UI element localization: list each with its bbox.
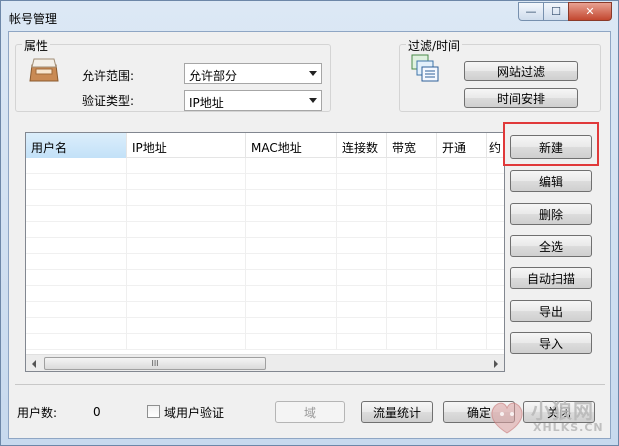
- close-window-button[interactable]: ✕: [568, 2, 612, 21]
- tray-icon: [29, 58, 59, 82]
- edit-button[interactable]: 编辑: [510, 170, 592, 192]
- schedule-button[interactable]: 时间安排: [464, 88, 578, 108]
- table-row: [26, 270, 504, 286]
- window-title: 帐号管理: [9, 12, 58, 26]
- window-controls: — ☐ ✕: [518, 2, 612, 21]
- table-row: [26, 302, 504, 318]
- column-header-bandwidth[interactable]: 带宽: [387, 133, 437, 158]
- table-row: [26, 238, 504, 254]
- list-header: 用户名 IP地址 MAC地址 连接数 带宽 开通 约: [26, 133, 504, 158]
- filter-time-group-label: 过滤/时间: [406, 37, 463, 54]
- domain-auth-checkbox[interactable]: [147, 405, 160, 418]
- scrollbar-thumb[interactable]: III: [44, 357, 266, 370]
- table-row: [26, 318, 504, 334]
- auth-type-select-value: IP地址: [189, 96, 224, 110]
- user-count-value: 0: [93, 405, 101, 419]
- account-list[interactable]: 用户名 IP地址 MAC地址 连接数 带宽 开通 约 III: [25, 132, 505, 372]
- table-row: [26, 190, 504, 206]
- watermark-text: 小狼网: [531, 399, 594, 423]
- table-row: [26, 254, 504, 270]
- domain-button[interactable]: 域: [275, 401, 345, 423]
- table-row: [26, 222, 504, 238]
- minimize-button[interactable]: —: [518, 2, 544, 21]
- dialog-client-area: 属性 允许范围: 允许部分 验证类型: IP地址 过滤/时间 网站过滤 时间安排…: [8, 31, 611, 439]
- select-all-button[interactable]: 全选: [510, 235, 592, 257]
- properties-group: 属性 允许范围: 允许部分 验证类型: IP地址: [15, 37, 331, 112]
- horizontal-scrollbar[interactable]: III: [26, 354, 504, 371]
- table-row: [26, 174, 504, 190]
- delete-button[interactable]: 删除: [510, 203, 592, 225]
- account-management-window: 帐号管理 — ☐ ✕ 属性 允许范围: 允许部分 验证类型: IP地址 过滤/时…: [0, 0, 619, 446]
- footer-divider: [15, 384, 605, 385]
- properties-group-label: 属性: [22, 37, 51, 54]
- column-header-ip[interactable]: IP地址: [127, 133, 246, 158]
- site-watermark: 小狼网 XHLKS.CN: [481, 393, 611, 439]
- auth-type-select[interactable]: IP地址: [184, 90, 322, 111]
- watermark-subtext: XHLKS.CN: [533, 421, 604, 434]
- traffic-stats-button[interactable]: 流量统计: [361, 401, 433, 423]
- auth-type-label: 验证类型:: [82, 94, 135, 108]
- column-header-more[interactable]: 约: [487, 133, 504, 158]
- import-button[interactable]: 导入: [510, 332, 592, 354]
- website-filter-button[interactable]: 网站过滤: [464, 61, 578, 81]
- wolf-heart-logo-icon: [491, 402, 523, 434]
- table-row: [26, 286, 504, 302]
- table-row: [26, 158, 504, 174]
- column-header-connections[interactable]: 连接数: [337, 133, 387, 158]
- table-row: [26, 206, 504, 222]
- scope-select[interactable]: 允许部分: [184, 63, 322, 84]
- scope-select-value: 允许部分: [189, 69, 238, 83]
- filter-list-icon: [411, 54, 439, 82]
- scroll-left-icon[interactable]: [32, 360, 36, 368]
- scope-label: 允许范围:: [82, 69, 135, 83]
- table-row: [26, 334, 504, 350]
- domain-auth-label[interactable]: 域用户验证: [164, 404, 224, 421]
- scroll-right-icon[interactable]: [494, 360, 498, 368]
- title-bar[interactable]: 帐号管理 — ☐ ✕: [1, 1, 618, 31]
- column-header-username[interactable]: 用户名: [26, 133, 127, 158]
- maximize-button[interactable]: ☐: [543, 2, 569, 21]
- user-count-label: 用户数:: [17, 406, 58, 420]
- chevron-down-icon: [309, 98, 317, 103]
- column-header-enabled[interactable]: 开通: [437, 133, 487, 158]
- auto-scan-button[interactable]: 自动扫描: [510, 267, 592, 289]
- column-header-mac[interactable]: MAC地址: [246, 133, 337, 158]
- highlight-box: [503, 122, 599, 166]
- filter-time-group: 过滤/时间 网站过滤 时间安排: [399, 37, 601, 112]
- list-rows: [26, 158, 504, 350]
- export-button[interactable]: 导出: [510, 300, 592, 322]
- chevron-down-icon: [309, 71, 317, 76]
